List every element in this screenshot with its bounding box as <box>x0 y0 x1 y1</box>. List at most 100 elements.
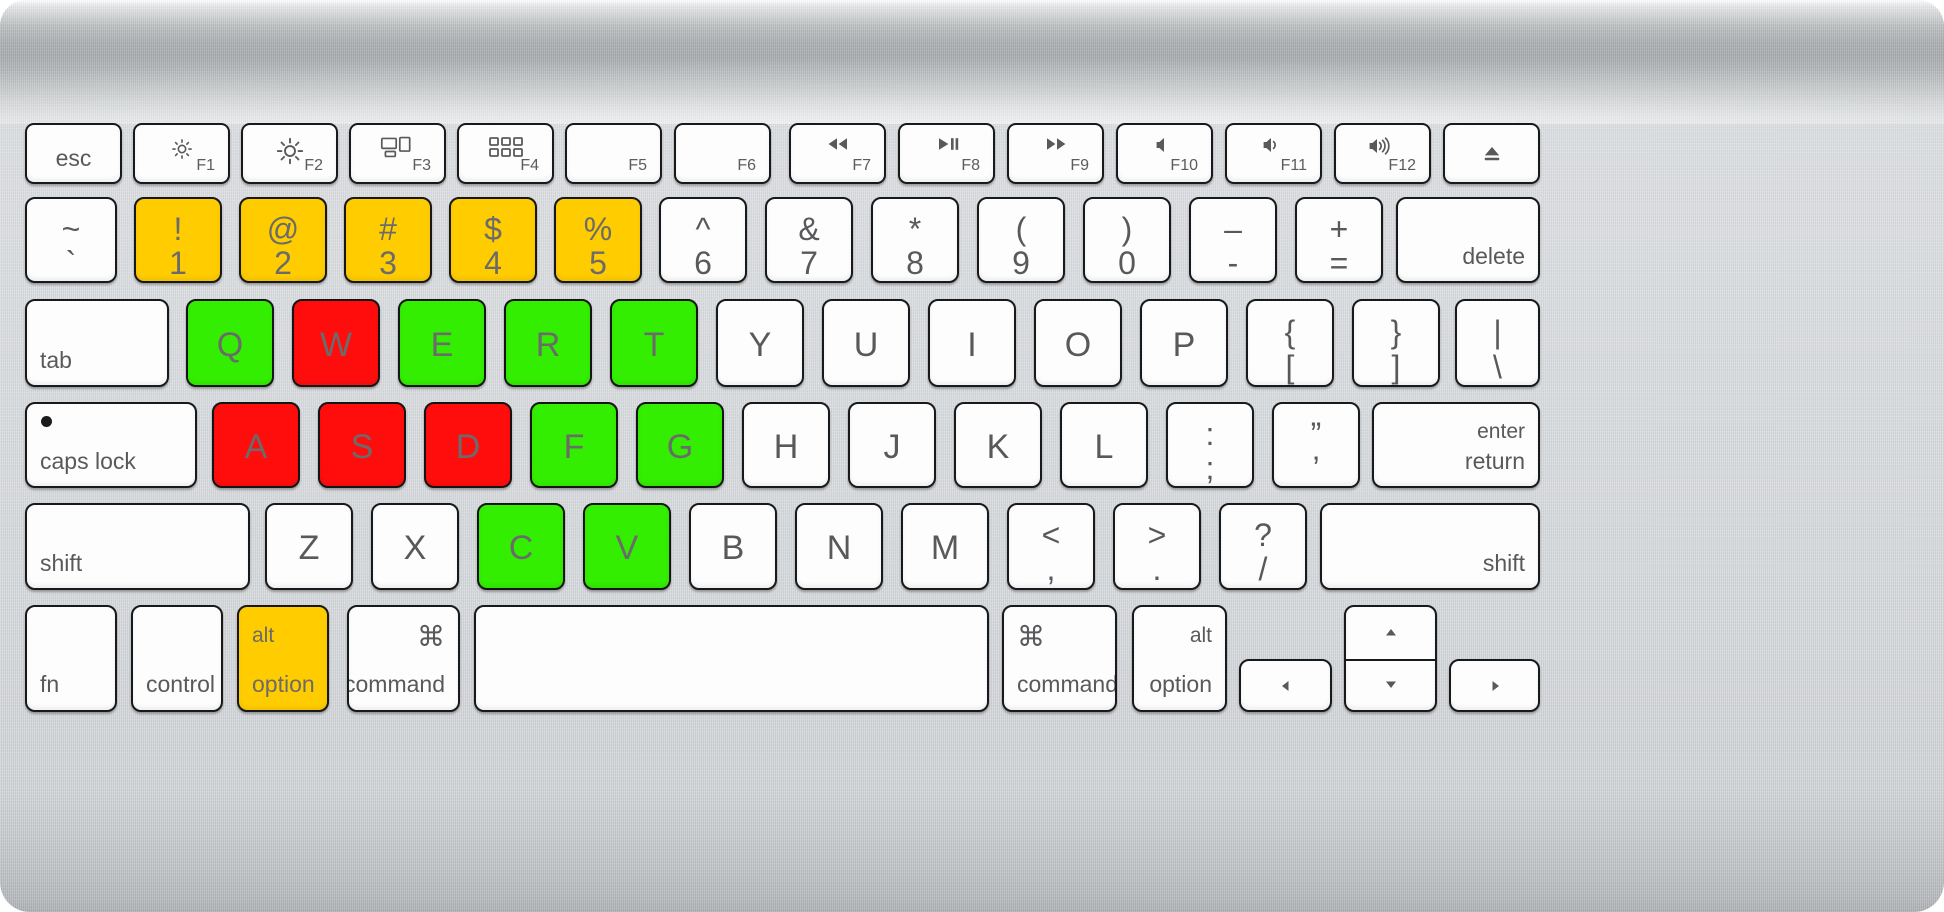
key-f6[interactable]: F6 <box>674 123 771 184</box>
key-esc[interactable]: esc <box>25 123 122 184</box>
key-shift-left[interactable]: shift <box>25 503 250 590</box>
key-space[interactable] <box>474 605 989 712</box>
key-f4-fn-label: F4 <box>520 157 539 174</box>
key-K[interactable]: K <box>954 402 1042 488</box>
key-command-right-label: command <box>1017 671 1117 697</box>
key-G-letter: G <box>666 428 694 466</box>
caps-lock-indicator-icon <box>41 416 52 427</box>
key-0[interactable]: ) 0 <box>1083 197 1171 283</box>
key-command-left-label: command <box>347 671 445 697</box>
key-backtick[interactable]: ~ ` <box>25 197 117 283</box>
key-T-letter: T <box>643 326 665 364</box>
key-semicolon[interactable]: : ; <box>1166 402 1254 488</box>
key-Q[interactable]: Q <box>186 299 274 387</box>
key-return[interactable]: enter return <box>1372 402 1540 488</box>
key-8[interactable]: * 8 <box>871 197 959 283</box>
key-7[interactable]: & 7 <box>765 197 853 283</box>
key-F[interactable]: F <box>530 402 618 488</box>
key-f5[interactable]: F5 <box>565 123 662 184</box>
key-W[interactable]: W <box>292 299 380 387</box>
key-shift-right[interactable]: shift <box>1320 503 1540 590</box>
key-I[interactable]: I <box>928 299 1016 387</box>
key-command-left[interactable]: ⌘ command <box>347 605 460 712</box>
key-R[interactable]: R <box>504 299 592 387</box>
key-arrow-left[interactable] <box>1239 659 1332 712</box>
key-caps-lock[interactable]: caps lock <box>25 402 197 488</box>
key-arrow-down[interactable] <box>1346 659 1435 711</box>
key-minus[interactable]: – - <box>1189 197 1277 283</box>
key-control[interactable]: control <box>131 605 223 712</box>
key-S[interactable]: S <box>318 402 406 488</box>
key-P[interactable]: P <box>1140 299 1228 387</box>
key-f4[interactable]: F4 <box>457 123 554 184</box>
key-slash[interactable]: ? / <box>1219 503 1307 590</box>
key-Y[interactable]: Y <box>716 299 804 387</box>
key-2[interactable]: @ 2 <box>239 197 327 283</box>
key-B[interactable]: B <box>689 503 777 590</box>
key-V[interactable]: V <box>583 503 671 590</box>
key-backslash[interactable]: | \ <box>1455 299 1540 387</box>
key-f3[interactable]: F3 <box>349 123 446 184</box>
key-3[interactable]: # 3 <box>344 197 432 283</box>
key-7-lower: 7 <box>800 245 818 281</box>
key-5[interactable]: % 5 <box>554 197 642 283</box>
key-8-lower: 8 <box>906 245 924 281</box>
key-6[interactable]: ^ 6 <box>659 197 747 283</box>
key-L[interactable]: L <box>1060 402 1148 488</box>
key-comma[interactable]: < , <box>1007 503 1095 590</box>
key-E[interactable]: E <box>398 299 486 387</box>
key-U[interactable]: U <box>822 299 910 387</box>
key-f5-fn-label: F5 <box>628 157 647 174</box>
key-f7[interactable]: F7 <box>789 123 886 184</box>
key-arrow-right[interactable] <box>1449 659 1540 712</box>
key-equal[interactable]: + = <box>1295 197 1383 283</box>
key-option-left[interactable]: alt option <box>237 605 329 712</box>
key-quote[interactable]: ” ’ <box>1272 402 1360 488</box>
key-f12[interactable]: F12 <box>1334 123 1431 184</box>
key-M[interactable]: M <box>901 503 989 590</box>
key-1[interactable]: ! 1 <box>134 197 222 283</box>
key-option-right[interactable]: alt option <box>1132 605 1227 712</box>
key-O[interactable]: O <box>1034 299 1122 387</box>
key-4[interactable]: $ 4 <box>449 197 537 283</box>
key-comma-lower: , <box>1046 551 1056 587</box>
key-1-upper: ! <box>173 211 183 247</box>
key-f10[interactable]: F10 <box>1116 123 1213 184</box>
key-f2[interactable]: F2 <box>241 123 338 184</box>
key-f9[interactable]: F9 <box>1007 123 1104 184</box>
key-f11[interactable]: F11 <box>1225 123 1322 184</box>
key-f1[interactable]: F1 <box>133 123 230 184</box>
key-bracket-right[interactable]: } ] <box>1352 299 1440 387</box>
key-bracket-right-upper: } <box>1390 314 1402 350</box>
key-equal-upper: + <box>1329 211 1349 247</box>
key-fn[interactable]: fn <box>25 605 117 712</box>
key-X[interactable]: X <box>371 503 459 590</box>
key-D[interactable]: D <box>424 402 512 488</box>
key-arrow-up[interactable] <box>1346 607 1435 659</box>
key-O-letter: O <box>1064 326 1092 364</box>
key-period[interactable]: > . <box>1113 503 1201 590</box>
key-option-left-lower-label: option <box>252 671 315 697</box>
key-option-right-upper-label: alt <box>1189 624 1212 647</box>
key-N[interactable]: N <box>795 503 883 590</box>
key-A-letter: A <box>244 428 268 466</box>
key-B-letter: B <box>721 529 745 567</box>
key-C[interactable]: C <box>477 503 565 590</box>
key-T[interactable]: T <box>610 299 698 387</box>
key-9[interactable]: ( 9 <box>977 197 1065 283</box>
key-command-right[interactable]: ⌘ command <box>1002 605 1117 712</box>
key-Z[interactable]: Z <box>265 503 353 590</box>
key-A[interactable]: A <box>212 402 300 488</box>
key-option-right-lower-label: option <box>1149 671 1212 697</box>
key-bracket-left[interactable]: { [ <box>1246 299 1334 387</box>
key-J[interactable]: J <box>848 402 936 488</box>
key-J-letter: J <box>883 428 901 466</box>
key-tab[interactable]: tab <box>25 299 169 387</box>
key-delete[interactable]: delete <box>1396 197 1540 283</box>
key-G[interactable]: G <box>636 402 724 488</box>
key-H[interactable]: H <box>742 402 830 488</box>
key-quote-upper: ” <box>1310 416 1322 452</box>
key-f8[interactable]: F8 <box>898 123 995 184</box>
key-f3-fn-label: F3 <box>412 157 431 174</box>
key-eject[interactable] <box>1443 123 1540 184</box>
